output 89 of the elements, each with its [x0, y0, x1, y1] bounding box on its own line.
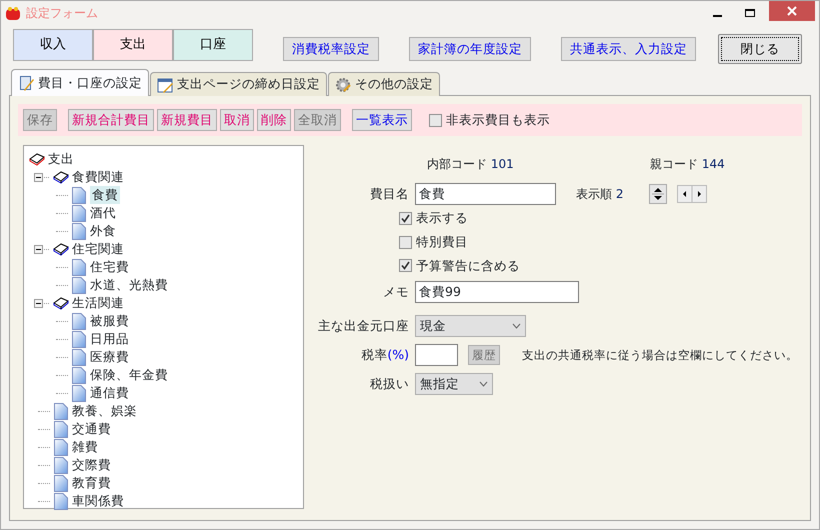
checkbox[interactable]: 予算警告に含める: [399, 256, 520, 276]
tree-item[interactable]: 教養、娯楽: [72, 402, 137, 420]
tree-item[interactable]: 支出: [48, 150, 74, 168]
document-icon: [53, 474, 69, 492]
app-icon: [5, 5, 21, 21]
document-icon: [71, 222, 87, 240]
field-label: 費目名: [369, 184, 409, 203]
dropdown[interactable]: 現金: [415, 315, 526, 338]
collapse-icon[interactable]: [34, 172, 43, 182]
document-icon: [71, 258, 87, 276]
check-icon: [401, 261, 410, 270]
document-icon: [53, 492, 69, 510]
toolbar-button[interactable]: 新規費目: [157, 109, 217, 131]
tree-item[interactable]: 水道、光熱費: [90, 276, 168, 294]
tree-item[interactable]: 被服費: [90, 312, 129, 330]
code-label: 親コード 144: [650, 156, 725, 173]
document-icon: [71, 276, 87, 294]
left-right-arrows-icon[interactable]: [677, 185, 708, 203]
document-icon: [53, 456, 69, 474]
input-field[interactable]: 食費: [415, 183, 556, 205]
input-field[interactable]: [415, 344, 458, 366]
order-label: 表示順 2: [576, 186, 624, 203]
field-label: 税扱い: [369, 374, 409, 393]
tree-item[interactable]: 住宅費: [90, 258, 129, 276]
tree-item[interactable]: 通信費: [90, 384, 129, 402]
gear-icon: [335, 76, 351, 92]
collapse-icon[interactable]: [34, 244, 43, 254]
tab[interactable]: その他の設定: [328, 72, 440, 96]
book-icon: [53, 169, 69, 185]
document-icon: [53, 420, 69, 438]
checkbox[interactable]: 非表示費目も表示: [429, 110, 550, 130]
book-icon: [29, 151, 45, 167]
checkbox[interactable]: 特別費目: [399, 232, 468, 252]
settings-button[interactable]: 共通表示、入力設定: [561, 37, 696, 61]
document-icon: [53, 402, 69, 420]
tree-item[interactable]: 医療費: [90, 348, 129, 366]
tree-item[interactable]: 教育費: [72, 474, 111, 492]
checkbox[interactable]: 表示する: [399, 209, 468, 228]
chevron-down-icon: [512, 323, 521, 330]
toolbar-button[interactable]: 取消: [220, 109, 254, 131]
category-button[interactable]: 支出: [93, 29, 173, 61]
window-title: 設定フォーム: [26, 5, 98, 22]
toolbar-button[interactable]: 新規合計費目: [68, 109, 154, 131]
calendar-icon: [157, 76, 173, 92]
tree-item[interactable]: 食費関連: [72, 168, 124, 186]
category-button[interactable]: 口座: [173, 29, 253, 61]
tree-item[interactable]: 外食: [90, 222, 116, 240]
toolbar-button[interactable]: 一覧表示: [352, 109, 412, 131]
field-label: 主な出金元口座: [317, 316, 409, 335]
tab[interactable]: 費目・口座の設定: [11, 69, 149, 96]
document-icon: [71, 312, 87, 330]
settings-button[interactable]: 消費税率設定: [283, 37, 379, 61]
dropdown[interactable]: 無指定: [415, 373, 493, 396]
tree-item[interactable]: 車関係費: [72, 492, 124, 510]
tree-item[interactable]: 交際費: [72, 456, 111, 474]
settings-button[interactable]: 家計簿の年度設定: [409, 37, 531, 61]
close-button[interactable]: [769, 1, 815, 21]
tree-item[interactable]: 交通費: [72, 420, 111, 438]
document-icon: [53, 438, 69, 456]
toolbar-button[interactable]: 削除: [257, 109, 291, 131]
tree-item[interactable]: 日用品: [90, 330, 129, 348]
tree-item[interactable]: 保険、年金費: [90, 366, 168, 384]
field-label: メモ: [382, 282, 409, 301]
document-icon: [71, 366, 87, 384]
spinner-icon[interactable]: [649, 184, 668, 204]
tree-item[interactable]: 住宅関連: [72, 240, 124, 258]
hint-text: 支出の共通税率に従う場合は空欄にしてください。: [522, 346, 798, 364]
book-icon: [53, 241, 69, 257]
tree-item[interactable]: 酒代: [90, 204, 116, 222]
category-button[interactable]: 収入: [13, 29, 93, 61]
tree-item[interactable]: 食費: [90, 186, 120, 204]
code-label: 内部コード 101: [427, 156, 515, 173]
tree-item[interactable]: 雑費: [72, 438, 98, 456]
field-label: 税率(%): [360, 346, 409, 364]
document-icon: [71, 348, 87, 366]
book-icon: [18, 75, 34, 91]
document-icon: [71, 186, 87, 204]
document-icon: [71, 384, 87, 402]
input-field[interactable]: 食費99: [415, 281, 579, 304]
check-icon: [401, 214, 410, 223]
book-icon: [53, 295, 69, 311]
close-button[interactable]: 閉じる: [718, 34, 802, 64]
tab[interactable]: 支出ページの締め日設定: [150, 72, 327, 96]
collapse-icon[interactable]: [34, 298, 43, 308]
tree-item[interactable]: 生活関連: [72, 294, 124, 312]
document-icon: [71, 204, 87, 222]
document-icon: [71, 330, 87, 348]
chevron-down-icon: [479, 381, 488, 388]
close-icon: [787, 6, 797, 16]
